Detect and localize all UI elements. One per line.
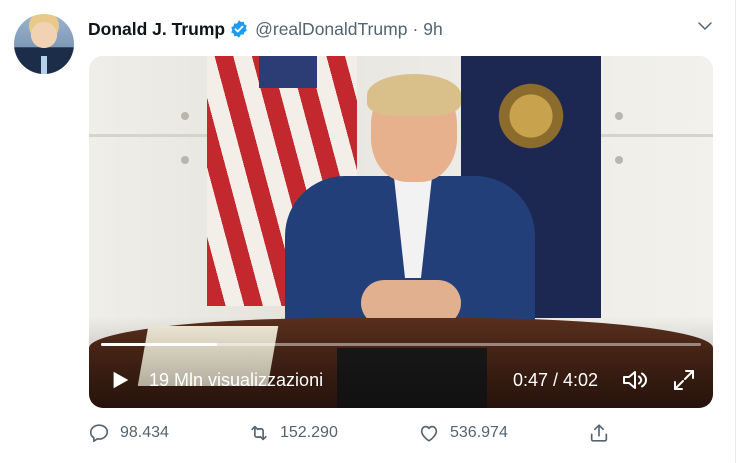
video-time: 0:47 / 4:02	[513, 370, 599, 390]
cabinet-knob	[615, 112, 623, 120]
tweet-card: Donald J. Trump @realDonaldTrump · 9h 19…	[0, 0, 736, 463]
retweet-icon	[251, 425, 267, 441]
fullscreen-icon[interactable]	[672, 368, 696, 392]
retweet-button[interactable]: 152.290	[248, 420, 338, 446]
avatar[interactable]	[14, 14, 74, 74]
like-button[interactable]: 536.974	[418, 420, 508, 446]
tweet-timestamp[interactable]: 9h	[423, 19, 442, 40]
share-icon	[590, 424, 608, 442]
video-player[interactable]: 19 Mln visualizzazioni 0:47 / 4:02	[89, 56, 713, 408]
tweet-actions: 98.434 152.290 536.974	[88, 420, 708, 446]
header-separator: ·	[412, 18, 419, 39]
avatar-detail	[41, 56, 47, 74]
cabinet-knob	[181, 156, 189, 164]
author-name[interactable]: Donald J. Trump	[88, 19, 225, 40]
presidential-seal	[481, 66, 581, 166]
video-progress-bar[interactable]	[101, 343, 701, 346]
author-handle[interactable]: @realDonaldTrump	[255, 19, 407, 40]
video-controls-shade	[89, 316, 713, 408]
reply-count: 98.434	[120, 424, 169, 441]
retweet-count: 152.290	[280, 424, 338, 441]
tweet-header: Donald J. Trump @realDonaldTrump · 9h	[88, 17, 443, 41]
cabinet-line	[597, 134, 713, 137]
reply-icon	[89, 424, 109, 443]
share-button[interactable]	[588, 420, 610, 446]
us-flag-canton	[259, 56, 317, 88]
video-progress-fill	[101, 343, 218, 346]
cabinet-line	[89, 134, 209, 137]
cabinet-knob	[615, 156, 623, 164]
view-count: 19 Mln visualizzazioni	[149, 370, 324, 390]
play-icon[interactable]	[109, 368, 131, 392]
volume-icon[interactable]	[621, 368, 649, 392]
cabinet-knob	[181, 112, 189, 120]
like-count: 536.974	[450, 424, 508, 441]
verified-badge-icon	[229, 19, 249, 39]
speaker-hair	[367, 74, 461, 116]
heart-icon	[420, 425, 438, 442]
chevron-down-icon[interactable]	[696, 17, 714, 35]
reply-button[interactable]: 98.434	[88, 420, 169, 446]
